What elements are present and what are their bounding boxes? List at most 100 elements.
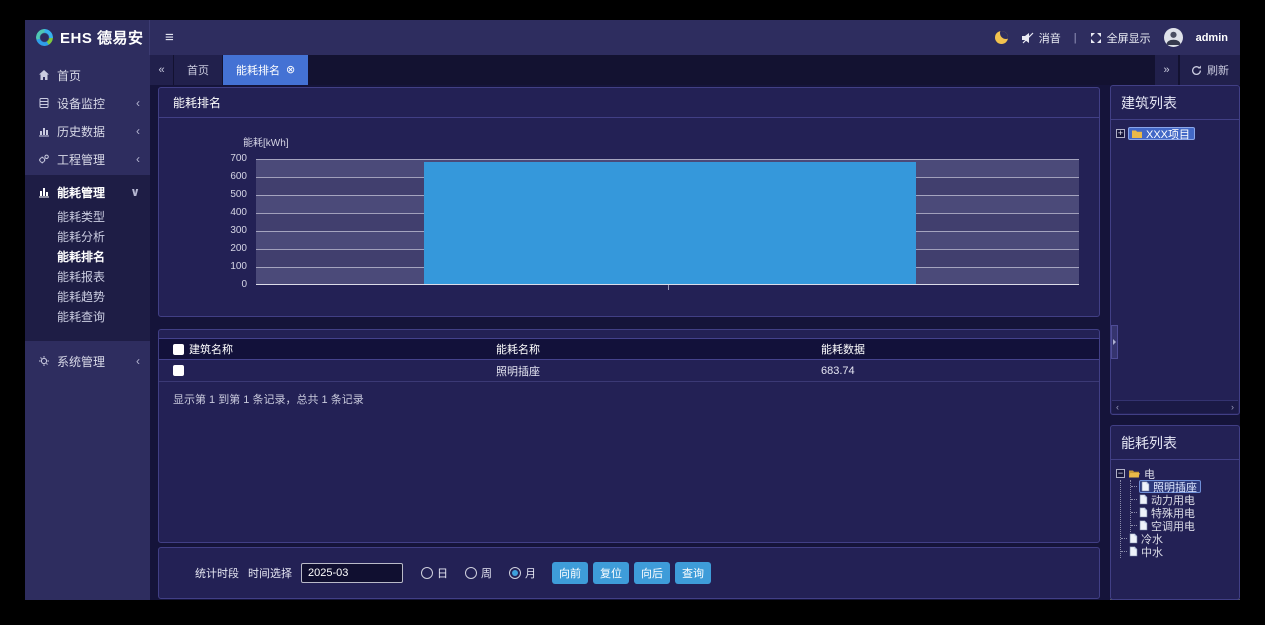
energy-node-label: 中水 [1141,544,1163,560]
expand-minus-icon[interactable]: − [1116,469,1125,478]
refresh-label: 刷新 [1207,62,1229,78]
radio-month-label: 月 [525,565,536,581]
chart-panel-title: 能耗排名 [159,88,1099,118]
building-node-label: XXX项目 [1146,126,1190,142]
sidebar-subitem-energy-trend[interactable]: 能耗趋势 [25,287,150,307]
sidebar-subitem-energy-query[interactable]: 能耗查询 [25,307,150,327]
tab-energy-ranking[interactable]: 能耗排名 ⊗ [223,55,309,85]
building-tree-selected-node[interactable]: XXX项目 [1128,127,1195,140]
energy-bar[interactable] [424,162,916,284]
tabbar-spacer [309,55,1155,85]
sidebar-item-project-mgmt[interactable]: 工程管理 ‹ [25,145,150,173]
action-buttons: 向前 复位 向后 查询 [552,562,711,584]
refresh-icon [1191,65,1202,76]
scroll-left-icon[interactable]: ‹ [1116,403,1119,412]
topbar-right: 消音 | 全屏显示 admin [995,28,1228,47]
tab-close-icon[interactable]: ⊗ [286,65,295,76]
sidebar-item-system-mgmt[interactable]: 系统管理 ‹ [25,347,150,375]
radio-day-label: 日 [437,565,448,581]
sidebar-item-label: 工程管理 [57,151,105,168]
select-all-checkbox[interactable] [173,344,184,355]
topbar-divider: | [1074,32,1077,44]
sidebar-subitem-energy-report[interactable]: 能耗报表 [25,267,150,287]
time-select-label: 时间选择 [248,565,292,581]
query-button[interactable]: 查询 [675,562,711,584]
previous-button[interactable]: 向前 [552,562,588,584]
radio-month[interactable]: 月 [509,565,536,581]
building-panel-hscrollbar[interactable]: ‹ › [1112,400,1238,413]
gear-icon [38,355,50,367]
sidebar-subitem-energy-type[interactable]: 能耗类型 [25,207,150,227]
scroll-right-icon[interactable]: › [1231,403,1234,412]
sidebar-item-label: 首页 [57,67,81,84]
username-label[interactable]: admin [1196,32,1228,44]
column-header-energy-value: 能耗数据 [821,341,1099,357]
fullscreen-label: 全屏显示 [1107,30,1151,46]
folder-open-icon [1128,469,1141,479]
topbar-content: ≡ 消音 | 全屏显示 admin [150,20,1240,55]
row-checkbox[interactable] [173,365,184,376]
sidebar-group-energy: 能耗管理 ∨ 能耗类型 能耗分析 能耗排名 能耗报表 能耗趋势 能耗查询 [25,175,150,341]
chart-panel: 能耗排名 能耗[kWh] 7006005004003002001000 [158,87,1100,317]
radio-week-circle[interactable] [465,567,477,579]
sidebar-item-label: 能耗管理 [57,184,105,201]
refresh-button[interactable]: 刷新 [1179,55,1240,85]
chevron-left-icon: ‹ [136,152,140,166]
records-summary: 显示第 1 到第 1 条记录，总共 1 条记录 [159,391,1099,407]
file-icon [1139,494,1148,505]
table-header-row: 建筑名称 能耗名称 能耗数据 [159,338,1099,360]
main-content: 能耗排名 能耗[kWh] 7006005004003002001000 建筑名称… [150,85,1110,600]
energy-tree: − 电 照明插座 动力用电 [1111,460,1239,565]
file-icon [1139,507,1148,518]
energy-list-panel: 能耗列表 − 电 照明插座 [1110,425,1240,600]
tab-home[interactable]: 首页 [174,55,223,85]
file-icon [1129,546,1138,557]
table-row[interactable]: 照明插座 683.74 [159,360,1099,382]
expand-plus-icon[interactable]: + [1116,129,1125,138]
sidebar-item-label: 设备监控 [57,95,105,112]
tab-label: 首页 [187,62,209,78]
collapse-arrow-icon [1113,339,1116,345]
theme-moon-icon[interactable] [995,31,1008,44]
time-input[interactable] [301,563,403,583]
sidebar-subitem-energy-analysis[interactable]: 能耗分析 [25,227,150,247]
menu-toggle-icon[interactable]: ≡ [165,29,174,46]
app-window: EHS 德易安 ≡ 消音 | 全屏显示 admin [25,20,1240,600]
mute-label: 消音 [1039,30,1061,46]
user-avatar[interactable] [1164,28,1183,47]
energy-chart-icon [38,186,50,198]
sidebar-subitem-energy-ranking[interactable]: 能耗排名 [25,247,150,267]
file-icon [1141,481,1150,492]
radio-week[interactable]: 周 [465,565,492,581]
gears-icon [38,153,50,165]
brand-title: EHS 德易安 [60,27,144,48]
sidebar-item-history-data[interactable]: 历史数据 ‹ [25,117,150,145]
column-header-energy-name: 能耗名称 [496,341,821,357]
tabs-scroll-forward-button[interactable]: » [1155,55,1179,85]
next-button[interactable]: 向后 [634,562,670,584]
panel-collapse-handle[interactable] [1111,325,1118,359]
history-chart-icon [38,125,50,137]
y-axis-tick-labels: 7006005004003002001000 [159,152,247,292]
chevron-left-icon: ‹ [136,354,140,368]
tabs-scroll-back-button[interactable]: « [150,55,174,85]
file-icon [1129,533,1138,544]
sidebar-item-home[interactable]: 首页 [25,61,150,89]
reset-button[interactable]: 复位 [593,562,629,584]
energy-tree-item-reclaimed-water[interactable]: 中水 [1121,545,1234,558]
building-tree: + XXX项目 [1111,120,1239,147]
radio-month-circle[interactable] [509,567,521,579]
device-monitor-icon [38,97,50,109]
radio-day-circle[interactable] [421,567,433,579]
fullscreen-button[interactable]: 全屏显示 [1090,30,1151,46]
radio-day[interactable]: 日 [421,565,448,581]
building-list-title: 建筑列表 [1111,86,1239,120]
mute-button[interactable]: 消音 [1021,30,1061,46]
sidebar-item-energy-mgmt[interactable]: 能耗管理 ∨ [25,177,150,207]
building-tree-root[interactable]: + XXX项目 [1116,127,1234,140]
sidebar-item-label: 历史数据 [57,123,105,140]
y-axis-label: 能耗[kWh] [243,134,289,149]
column-header-building: 建筑名称 [189,341,496,357]
energy-tree-item-cold-water[interactable]: 冷水 [1121,532,1234,545]
sidebar-item-device-monitor[interactable]: 设备监控 ‹ [25,89,150,117]
